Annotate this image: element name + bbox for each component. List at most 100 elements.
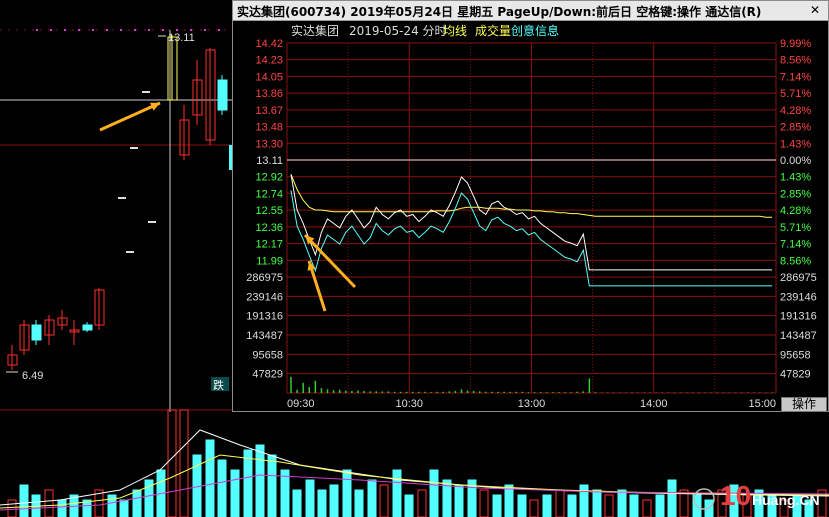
bg-volume-bar: [655, 494, 665, 517]
volume-tick: 143487: [246, 330, 283, 342]
intraday-chart[interactable]: 14.42 14.23 14.05 13.86 13.67 13.48 13.30 13.11…: [233, 21, 828, 411]
price-tick: 13.86: [255, 88, 283, 100]
bg-volume-bar: [19, 484, 29, 517]
intraday-popup-window[interactable]: 实达集团(600734) 2019年05月24日 星期五 PageUp/Down…: [232, 0, 829, 412]
bg-volume-bar: [379, 484, 389, 517]
time-tick: 10:30: [395, 398, 423, 410]
bg-dot: [176, 29, 178, 31]
background-high-price: 13.11: [168, 32, 195, 44]
bg-volume-bar: [167, 409, 177, 517]
bg-dot: [50, 29, 52, 31]
price-tick: 13.48: [255, 122, 283, 134]
bg-volume-bar: [292, 489, 302, 517]
pct-tick: 8.56%: [780, 255, 811, 267]
volume-tick: 239146: [780, 291, 817, 303]
pct-tick: 2.85%: [780, 188, 811, 200]
price-tick: 14.23: [255, 55, 283, 67]
limit-down-badge: 跌: [213, 378, 224, 392]
pct-tick: 9.99%: [780, 38, 811, 50]
bg-volume-bar: [642, 499, 652, 517]
bg-volume-bar: [44, 489, 54, 517]
volume-tick: 191316: [780, 311, 817, 323]
bg-volume-bar: [592, 489, 602, 517]
bg-dot: [64, 29, 66, 31]
bg-volume-bar: [243, 449, 253, 517]
pct-tick: 0.00%: [780, 155, 811, 167]
bg-volume-bar: [57, 499, 67, 517]
bg-volume-bar: [567, 494, 577, 517]
bg-dot: [162, 29, 164, 31]
pct-tick: 5.71%: [780, 222, 811, 234]
bg-volume-bar: [305, 479, 315, 517]
volume-tick: 286975: [246, 272, 283, 284]
bg-volume-bar: [230, 469, 240, 517]
price-tick: 12.17: [255, 239, 283, 251]
bg-volume-bar: [404, 494, 414, 517]
bg-volume-bar: [529, 499, 539, 517]
bg-volume-bar: [667, 479, 677, 517]
bg-volume-bar: [132, 489, 142, 517]
price-tick: 12.74: [255, 188, 283, 200]
close-icon[interactable]: ✕: [808, 3, 822, 17]
bg-arrow-line: [99, 101, 161, 132]
bg-dot: [204, 29, 206, 31]
arrow-line: [303, 233, 357, 289]
volume-tick: 239146: [246, 291, 283, 303]
bg-dot: [148, 29, 150, 31]
time-tick: 09:30: [287, 398, 315, 410]
bg-dot: [120, 29, 122, 31]
bg-dot: [218, 29, 220, 31]
volume-tick: 143487: [780, 330, 817, 342]
bg-candle-body: [217, 79, 228, 111]
background-candles: [7, 35, 232, 370]
price-tick: 14.05: [255, 71, 283, 83]
window-title: 实达集团(600734) 2019年05月24日 星期五 PageUp/Down…: [237, 5, 762, 19]
wechat-icon: [693, 488, 715, 510]
price-tick: 12.36: [255, 222, 283, 234]
bg-dot: [78, 29, 80, 31]
bg-dot: [190, 29, 192, 31]
bg-volume-bar: [354, 489, 364, 517]
bg-volume-bar: [119, 499, 129, 517]
bg-volume-bar: [429, 469, 439, 517]
bg-volume-bar: [579, 484, 589, 517]
background-low-price: 6.49: [22, 370, 43, 382]
pct-tick: 1.43%: [780, 138, 811, 150]
bg-volume-bar: [479, 489, 489, 517]
volume-tick: 95658: [252, 349, 283, 361]
bg-volume-bar: [604, 494, 614, 517]
watermark: 10 Huang.CN: [693, 480, 820, 511]
bg-dot: [36, 29, 38, 31]
bg-dot: [92, 29, 94, 31]
time-tick: 14:00: [640, 398, 668, 410]
watermark-site: Huang.CN: [752, 492, 820, 508]
bg-volume-bar: [629, 494, 639, 517]
bg-candle-body: [31, 324, 42, 341]
price-tick: 12.92: [255, 172, 283, 184]
chart-date-label: 2019-05-24 分时: [349, 24, 447, 38]
bg-volume-bar: [542, 494, 552, 517]
window-titlebar[interactable]: 实达集团(600734) 2019年05月24日 星期五 PageUp/Down…: [233, 1, 828, 21]
watermark-logo: 10: [720, 480, 751, 511]
price-tick: 13.30: [255, 138, 283, 150]
bg-volume-bar: [217, 459, 227, 517]
bg-volume-bar: [267, 454, 277, 517]
bg-dot: [134, 29, 136, 31]
pct-tick: 5.71%: [780, 88, 811, 100]
bg-dot: [106, 29, 108, 31]
bg-volume-bar: [454, 484, 464, 517]
volume-tick: 286975: [780, 272, 817, 284]
bg-volume-bar: [617, 489, 627, 517]
price-tick: 13.11: [256, 155, 283, 167]
operate-button[interactable]: 操作: [781, 397, 827, 412]
volume-tick: 95658: [780, 349, 811, 361]
pct-tick: 1.43%: [780, 172, 811, 184]
bg-volume-bar: [179, 409, 189, 517]
volume-tick: 47829: [252, 369, 283, 381]
bg-volume-bar: [317, 489, 327, 517]
bg-volume-bar: [492, 494, 502, 517]
pct-tick: 4.28%: [780, 205, 811, 217]
time-tick: 13:00: [518, 398, 546, 410]
chart-stock-name: 实达集团: [291, 23, 339, 38]
chart-info-label[interactable]: 创意信息: [511, 23, 559, 38]
